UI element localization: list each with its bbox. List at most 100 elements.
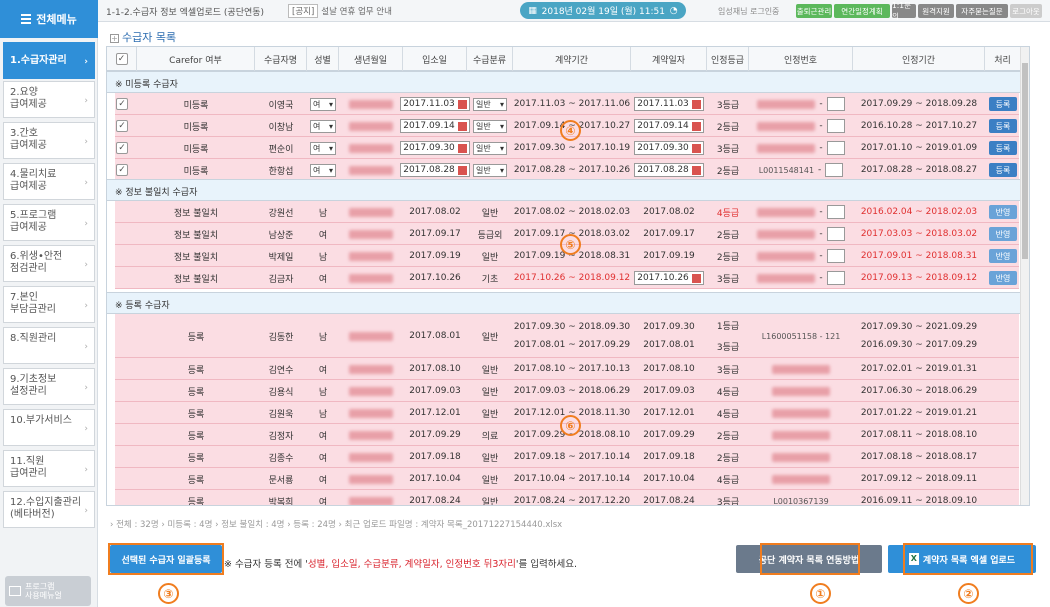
contract-date-cell[interactable]: 2017.09.14 [631,115,707,137]
sidebar-item[interactable]: 6.위생•안전 점검관리 › [3,245,95,282]
register-button[interactable]: 등록 [989,141,1017,155]
contract-date-input[interactable]: 2017.08.28 [634,163,704,177]
admit-date-input[interactable]: 2017.11.03 [400,97,470,111]
topbar-button[interactable]: 원격지원 [918,4,954,18]
action-cell: 반영 [985,201,1021,223]
chevron-down-icon: ▾ [499,99,504,109]
license-suffix-input[interactable] [826,205,845,219]
topbar-button[interactable]: 로그아웃 [1010,4,1042,18]
gender-select[interactable]: 여 ▾ [310,97,336,111]
benefit-class-cell[interactable]: 일반 ▾ [467,159,513,181]
register-button[interactable]: 등록 [989,97,1017,111]
select-all-checkbox[interactable]: ✓ [115,53,128,65]
sidebar-item[interactable]: 4.물리치료 급여제공 › [3,163,95,200]
benefit-class-select[interactable]: 일반 ▾ [473,141,507,155]
apply-button[interactable]: 반영 [989,227,1017,241]
license-number-cell[interactable]: - [749,137,853,159]
contract-date-input[interactable]: 2017.11.03 [634,97,704,111]
notice-text[interactable]: 설날 연휴 업무 안내 [321,7,392,17]
admit-date-input[interactable]: 2017.08.28 [400,163,470,177]
program-manual-button[interactable]: 프로그램 사용메뉴얼 [5,576,91,606]
gender-cell[interactable]: 여 ▾ [307,159,339,181]
calendar-icon[interactable] [691,143,701,153]
sidebar-item[interactable]: 8.직원관리 › [3,327,95,364]
license-suffix-input[interactable] [826,227,845,241]
license-suffix-input[interactable] [825,163,844,177]
license-suffix-input[interactable] [826,97,845,111]
contract-date-input[interactable]: 2017.09.30 [634,141,704,155]
calendar-icon[interactable] [691,165,701,175]
benefit-class-select[interactable]: 일반 ▾ [473,163,507,177]
license-suffix-input[interactable] [826,119,845,133]
scrollbar-thumb[interactable] [1022,63,1028,259]
license-suffix-input[interactable] [826,271,845,285]
topbar-button[interactable]: 1:1문의 [892,1,916,21]
sidebar-item[interactable]: 12.수입지출관리 (베타버전) › [3,491,95,528]
admit-date-cell[interactable]: 2017.11.03 [400,93,470,115]
apply-button[interactable]: 반영 [989,271,1017,285]
license-number-cell[interactable]: - [749,223,853,245]
license-suffix-input[interactable] [826,249,845,263]
table-scrollbar[interactable] [1020,47,1029,505]
register-button[interactable]: 등록 [989,163,1017,177]
sidebar-item[interactable]: 3.간호 급여제공 › [3,122,95,159]
admit-date-cell[interactable]: 2017.09.30 [400,137,470,159]
notice[interactable]: [공지] 설날 연휴 업무 안내 [288,4,392,18]
gender-select[interactable]: 여 ▾ [310,141,336,155]
sidebar-item[interactable]: 5.프로그램 급여제공 › [3,204,95,241]
license-suffix-input[interactable] [826,141,845,155]
calendar-icon[interactable] [457,121,467,131]
license-number-cell[interactable]: - [749,267,853,289]
all-menu-button[interactable]: 전체메뉴 [0,0,98,38]
topbar-button[interactable]: 출퇴근관리 [796,4,832,18]
benefit-class-cell[interactable]: 일반 ▾ [467,115,513,137]
gender-cell[interactable]: 여 ▾ [307,93,339,115]
calendar-icon[interactable] [691,99,701,109]
contract-date-input[interactable]: 2017.09.14 [634,119,704,133]
calendar-icon[interactable] [457,165,467,175]
gender-select[interactable]: 여 ▾ [310,119,336,133]
admit-date-input[interactable]: 2017.09.30 [400,141,470,155]
calendar-icon[interactable] [691,121,701,131]
sidebar-item[interactable]: 2.요양 급여제공 › [3,81,95,118]
benefit-class-select[interactable]: 일반 ▾ [473,97,507,111]
contract-date-input[interactable]: 2017.10.26 [634,271,704,285]
benefit-class-select[interactable]: 일반 ▾ [473,119,507,133]
calendar-icon[interactable] [691,273,701,283]
license-number-cell[interactable]: - [749,93,853,115]
license-number-cell[interactable]: - [749,115,853,137]
contract-date-cell[interactable]: 2017.10.26 [631,267,707,289]
gender-cell[interactable]: 여 ▾ [307,115,339,137]
license-number-cell[interactable]: - [749,201,853,223]
gender-cell[interactable]: 여 ▾ [307,137,339,159]
topbar-button[interactable]: 자주묻는질문 [956,4,1008,18]
plus-icon[interactable]: + [110,33,119,43]
apply-button[interactable]: 반영 [989,205,1017,219]
action-cell: 반영 [985,223,1021,245]
calendar-icon[interactable] [457,143,467,153]
register-button[interactable]: 등록 [989,119,1017,133]
sidebar-item[interactable]: 1.수급자관리 › [3,42,95,79]
topbar-button[interactable]: 연간일정계획 [834,4,890,18]
admit-date-cell[interactable]: 2017.08.28 [400,159,470,181]
benefit-class-cell[interactable]: 일반 ▾ [467,137,513,159]
admit-date-cell[interactable]: 2017.09.14 [400,115,470,137]
apply-button[interactable]: 반영 [989,249,1017,263]
sidebar-item[interactable]: 7.본인 부담금관리 › [3,286,95,323]
benefit-class-cell[interactable]: 일반 ▾ [467,93,513,115]
license-number-cell[interactable]: - [749,245,853,267]
contract-date-cell[interactable]: 2017.09.30 [631,137,707,159]
sidebar-item[interactable]: 9.기초정보 설정관리 › [3,368,95,405]
contract-date-cell[interactable]: 2017.08.28 [631,159,707,181]
gender-select[interactable]: 여 ▾ [310,163,336,177]
license-number-cell[interactable]: L0011548141- [749,159,853,181]
row-checkbox[interactable]: ✓ [116,164,128,176]
contract-date-cell[interactable]: 2017.11.03 [631,93,707,115]
calendar-icon[interactable] [457,99,467,109]
admit-date-input[interactable]: 2017.09.14 [400,119,470,133]
row-checkbox[interactable]: ✓ [116,98,128,110]
row-checkbox[interactable]: ✓ [116,120,128,132]
sidebar-item[interactable]: 11.직원 급여관리 › [3,450,95,487]
row-checkbox[interactable]: ✓ [116,142,128,154]
sidebar-item[interactable]: 10.부가서비스 › [3,409,95,446]
